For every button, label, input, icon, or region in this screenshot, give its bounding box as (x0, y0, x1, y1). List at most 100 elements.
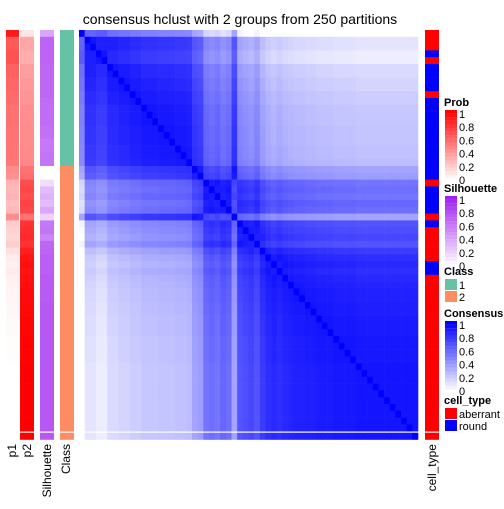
heatmap-cell (180, 432, 187, 440)
p1-bar-cell (6, 152, 19, 160)
heatmap-cell (214, 322, 221, 330)
heatmap-cell (338, 104, 345, 112)
heatmap-cell (135, 410, 142, 418)
heatmap-cell (401, 424, 407, 432)
heatmap-cell (141, 132, 148, 140)
heatmap-cell (152, 397, 159, 405)
heatmap-cell (90, 57, 97, 65)
heatmap-cell (242, 329, 249, 337)
heatmap-cell (276, 159, 283, 167)
heatmap-cell (208, 159, 215, 167)
heatmap-cell (192, 336, 198, 344)
heatmap-cell (242, 424, 249, 432)
heatmap-cell (186, 200, 193, 208)
heatmap-cell (338, 172, 345, 180)
heatmap-cell (237, 200, 244, 208)
legend-gradient-step (445, 120, 457, 125)
heatmap-cell (265, 349, 272, 357)
heatmap-cell (169, 159, 176, 167)
heatmap-cell (254, 138, 261, 146)
legend-gradient-step (445, 342, 457, 347)
heatmap-cell (367, 295, 374, 303)
heatmap-cell (276, 125, 283, 133)
heatmap-cell (225, 193, 232, 201)
cell-type-bar-cell (425, 404, 439, 412)
heatmap-cell (293, 432, 300, 440)
p1-bar-cell (6, 132, 19, 140)
heatmap-cell (254, 125, 261, 133)
heatmap-cell (327, 288, 334, 296)
p2-bar-cell (20, 166, 34, 174)
heatmap-cell (112, 261, 119, 269)
cell-type-bar-cell (425, 295, 439, 303)
heatmap-cell (180, 36, 187, 44)
heatmap-cell (361, 370, 368, 378)
legend-tick-label: 0.6 (459, 135, 474, 147)
heatmap-cell (124, 404, 131, 412)
heatmap-cell (338, 118, 345, 126)
heatmap-cell (372, 308, 379, 316)
heatmap-cell (231, 64, 238, 72)
heatmap-cell (350, 281, 357, 289)
heatmap-cell (412, 138, 419, 146)
heatmap-cell (175, 125, 181, 133)
heatmap-cell (401, 213, 407, 221)
class-bar-cell (60, 404, 74, 412)
heatmap-cell (146, 166, 153, 174)
heatmap-cell (327, 186, 334, 194)
heatmap-cell (406, 295, 413, 303)
cell-type-bar-cell (425, 132, 439, 140)
heatmap-cell (152, 261, 159, 269)
heatmap-cell (299, 342, 306, 350)
heatmap-cell (84, 302, 91, 310)
heatmap-cell (367, 349, 374, 357)
heatmap-cell (355, 349, 362, 357)
heatmap-cell (333, 111, 340, 119)
heatmap-cell (158, 254, 165, 262)
heatmap-cell (271, 329, 278, 337)
heatmap-cell (293, 152, 300, 160)
heatmap-cell (135, 370, 142, 378)
heatmap-cell (129, 390, 136, 398)
heatmap-cell (271, 172, 278, 180)
heatmap-cell (79, 329, 85, 337)
heatmap-cell (384, 336, 391, 344)
heatmap-cell (276, 227, 283, 235)
heatmap-cell (293, 424, 300, 432)
heatmap-cell (158, 172, 165, 180)
legend-gradient-step (445, 206, 457, 211)
heatmap-cell (237, 308, 244, 316)
heatmap-cell (146, 261, 153, 269)
heatmap-cell (299, 186, 306, 194)
heatmap-cell (135, 179, 142, 187)
heatmap-cell (135, 315, 142, 323)
heatmap-cell (299, 383, 306, 391)
heatmap-cell (180, 370, 187, 378)
heatmap-cell (231, 417, 238, 425)
heatmap-cell (333, 322, 340, 330)
heatmap-cell (350, 349, 357, 357)
heatmap-cell (135, 172, 142, 180)
heatmap-cell (344, 247, 351, 255)
heatmap-cell (254, 64, 261, 72)
heatmap-cell (135, 84, 142, 92)
cell-type-bar-cell (425, 410, 439, 418)
heatmap-cell (401, 152, 407, 160)
heatmap-cell (338, 98, 345, 106)
heatmap-cell (186, 138, 193, 146)
heatmap-cell (158, 424, 165, 432)
heatmap-cell (95, 336, 102, 344)
heatmap-cell (305, 336, 311, 344)
heatmap-cell (361, 424, 368, 432)
heatmap-cell (344, 349, 351, 357)
heatmap-cell (355, 125, 362, 133)
heatmap-cell (288, 77, 294, 85)
heatmap-cell (254, 288, 261, 296)
heatmap-cell (316, 247, 323, 255)
heatmap-cell (135, 193, 142, 201)
heatmap-cell (321, 240, 328, 248)
heatmap-cell (259, 234, 266, 242)
heatmap-cell (186, 274, 193, 282)
heatmap-cell (361, 404, 368, 412)
heatmap-cell (152, 206, 159, 214)
